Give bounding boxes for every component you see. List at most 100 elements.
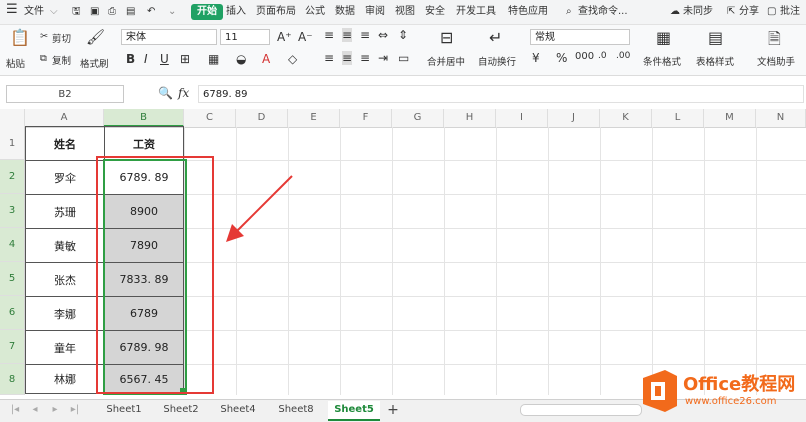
number-format-select[interactable]: 常规	[530, 29, 630, 45]
justify-icon[interactable]: ▭	[398, 51, 409, 65]
align-bottom-icon[interactable]: ≡	[360, 28, 370, 42]
conditional-format-icon[interactable]: ▦	[656, 28, 671, 47]
row-header[interactable]: 7	[0, 330, 25, 364]
border-icon[interactable]: ⊞	[180, 52, 190, 66]
table-cell-salary[interactable]: 6789	[104, 296, 184, 331]
column-header[interactable]: I	[496, 109, 548, 127]
redo-icon[interactable]: ⌄	[168, 4, 176, 20]
tab-data[interactable]: 数据	[335, 4, 355, 20]
table-cell-name[interactable]: 林娜	[25, 364, 105, 394]
row-header[interactable]: 6	[0, 296, 25, 330]
table-cell-salary[interactable]: 6789. 98	[104, 330, 184, 365]
name-box[interactable]: B2	[6, 85, 124, 103]
column-header[interactable]: K	[600, 109, 652, 127]
select-all-corner[interactable]	[0, 109, 25, 127]
copy-button[interactable]: 复制	[52, 53, 71, 67]
tab-view[interactable]: 视图	[395, 4, 415, 20]
table-cell-salary[interactable]: 8900	[104, 194, 184, 229]
column-header[interactable]: L	[652, 109, 704, 127]
align-left-icon[interactable]: ≡	[324, 51, 334, 65]
column-header[interactable]: B	[104, 109, 184, 127]
search-command[interactable]: 查找命令...	[578, 4, 628, 20]
chevron-down-icon[interactable]: ⌵	[50, 4, 58, 20]
tab-insert[interactable]: 插入	[226, 4, 246, 20]
row-header[interactable]: 2	[0, 160, 25, 194]
last-sheet-icon[interactable]: ▸|	[68, 401, 82, 419]
table-cell-salary[interactable]: 7833. 89	[104, 262, 184, 297]
underline-icon[interactable]: U	[160, 52, 169, 66]
add-sheet-icon[interactable]: +	[385, 401, 401, 419]
horizontal-scrollbar[interactable]	[520, 404, 642, 416]
table-cell-salary[interactable]: 7890	[104, 228, 184, 263]
column-header[interactable]: M	[704, 109, 756, 127]
merge-center-icon[interactable]: ⊟	[440, 28, 453, 47]
column-header[interactable]: H	[444, 109, 496, 127]
column-header[interactable]: A	[25, 109, 104, 127]
orientation-icon[interactable]: ⇔	[378, 28, 388, 42]
format-painter-icon[interactable]: 🖌	[86, 28, 105, 46]
sheet-tab-active[interactable]: Sheet5	[328, 401, 380, 421]
align-top-icon[interactable]: ≡	[324, 28, 334, 42]
sheet-tab[interactable]: Sheet2	[155, 401, 207, 419]
row-header[interactable]: 4	[0, 228, 25, 262]
tab-review[interactable]: 审阅	[365, 4, 385, 20]
formula-input[interactable]: 6789. 89	[198, 85, 804, 103]
tab-formula[interactable]: 公式	[305, 4, 325, 20]
prev-sheet-icon[interactable]: ◂	[28, 401, 42, 419]
sync-status[interactable]: 未同步	[683, 4, 713, 20]
fill-handle[interactable]	[180, 388, 185, 393]
distribute-icon[interactable]: ⇕	[398, 28, 408, 42]
table-cell-name[interactable]: 张杰	[25, 262, 105, 297]
font-size-select[interactable]: 11	[220, 29, 270, 45]
column-header[interactable]: C	[184, 109, 236, 127]
paste-button[interactable]: 粘贴	[6, 56, 25, 70]
menu-file[interactable]: 文件	[24, 4, 44, 20]
thousands-icon[interactable]: 000	[575, 51, 594, 62]
print-icon[interactable]: ⎙	[108, 4, 116, 20]
first-sheet-icon[interactable]: |◂	[8, 401, 22, 419]
decrease-font-icon[interactable]: A⁻	[298, 30, 313, 44]
table-cell-name[interactable]: 李娜	[25, 296, 105, 331]
column-header[interactable]: N	[756, 109, 806, 127]
increase-font-icon[interactable]: A⁺	[277, 30, 292, 44]
indent-icon[interactable]: ⇥	[378, 51, 388, 65]
doc-helper-icon[interactable]: 🗎	[768, 28, 781, 55]
align-center-icon[interactable]: ≡	[342, 51, 353, 65]
italic-icon[interactable]: I	[144, 52, 148, 66]
table-cell-name[interactable]: 童年	[25, 330, 105, 365]
share-button[interactable]: 分享	[739, 4, 759, 20]
tab-security[interactable]: 安全	[425, 4, 445, 20]
table-style-icon[interactable]: ▤	[708, 28, 723, 47]
table-cell-name[interactable]: 黄敏	[25, 228, 105, 263]
header-cell-salary[interactable]: 工资	[104, 126, 184, 161]
tab-special[interactable]: 特色应用	[508, 4, 548, 20]
tab-developer[interactable]: 开发工具	[456, 4, 496, 20]
highlight-icon[interactable]: ◒	[236, 52, 246, 66]
preview-icon[interactable]: ▤	[126, 4, 135, 20]
column-header[interactable]: D	[236, 109, 288, 127]
row-header[interactable]: 1	[0, 127, 25, 160]
paste-icon[interactable]: 📋	[10, 28, 30, 47]
row-header[interactable]: 8	[0, 364, 25, 395]
tab-start[interactable]: 开始	[191, 4, 223, 20]
conditional-format-button[interactable]: 条件格式	[643, 54, 681, 68]
tab-page-layout[interactable]: 页面布局	[256, 4, 296, 20]
font-name-select[interactable]: 宋体	[121, 29, 217, 45]
save-icon[interactable]: 🖫	[72, 4, 81, 20]
undo-icon[interactable]: ↶	[147, 4, 155, 20]
comment-button[interactable]: 批注	[780, 4, 800, 20]
header-cell-name[interactable]: 姓名	[25, 126, 105, 161]
fx-icon[interactable]: fx	[178, 86, 189, 100]
merge-center-button[interactable]: 合并居中	[427, 54, 465, 68]
zoom-icon[interactable]: 🔍	[158, 86, 173, 100]
decrease-decimal-icon[interactable]: .00	[616, 51, 630, 61]
align-right-icon[interactable]: ≡	[360, 51, 370, 65]
increase-decimal-icon[interactable]: .0	[598, 51, 607, 61]
doc-helper-button[interactable]: 文档助手	[757, 54, 795, 68]
currency-icon[interactable]: ¥	[532, 51, 540, 65]
table-cell-name[interactable]: 罗伞	[25, 160, 105, 195]
sheet-tab[interactable]: Sheet8	[270, 401, 322, 419]
column-header[interactable]: J	[548, 109, 600, 127]
sheet-tab[interactable]: Sheet1	[98, 401, 150, 419]
column-header[interactable]: E	[288, 109, 340, 127]
